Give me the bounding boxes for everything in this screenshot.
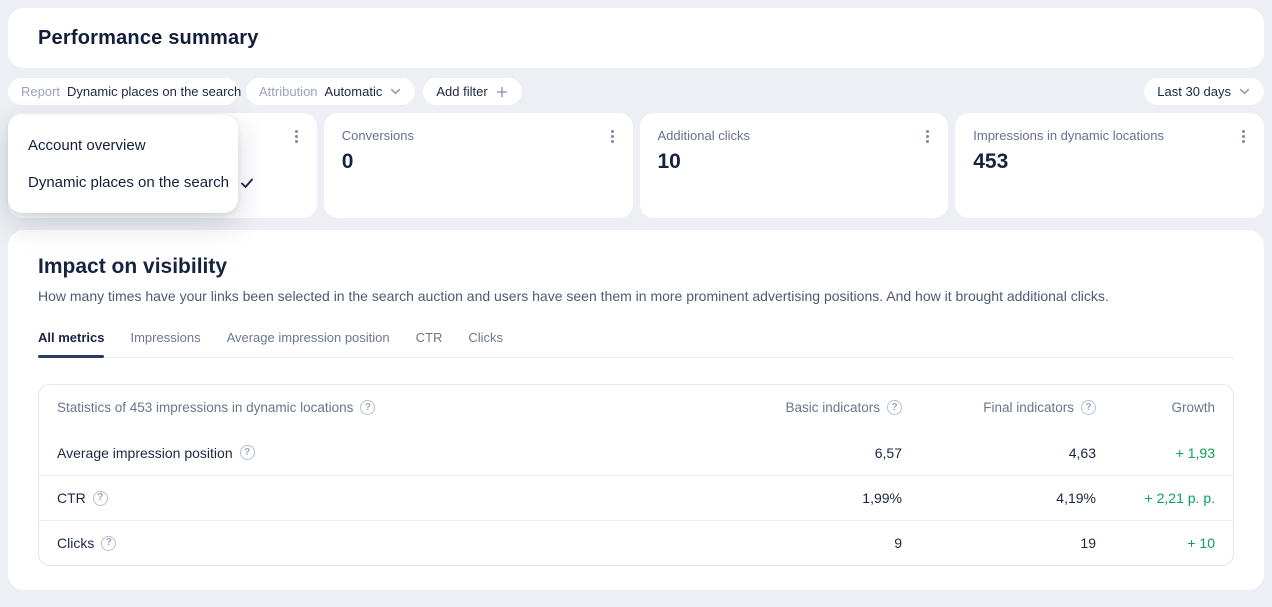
column-header-basic: Basic indicators xyxy=(785,400,880,415)
metric-card-impressions-dynamic: Impressions in dynamic locations 453 xyxy=(955,113,1264,218)
attribution-filter-value: Automatic xyxy=(325,84,383,99)
final-value: 4,63 xyxy=(902,445,1096,461)
date-range-dropdown[interactable]: Last 30 days xyxy=(1144,78,1264,105)
tab-ctr[interactable]: CTR xyxy=(416,330,443,357)
final-value: 19 xyxy=(902,535,1096,551)
dropdown-item-account-overview[interactable]: Account overview xyxy=(8,127,238,164)
metric-value: 10 xyxy=(658,150,931,174)
kebab-menu-icon[interactable] xyxy=(608,127,617,146)
attribution-filter-dropdown[interactable]: Attribution Automatic xyxy=(246,78,415,105)
statistics-table: Statistics of 453 impressions in dynamic… xyxy=(38,384,1234,566)
help-icon[interactable]: ? xyxy=(360,400,375,415)
table-title: Statistics of 453 impressions in dynamic… xyxy=(57,400,353,415)
metrics-tabs: All metrics Impressions Average impressi… xyxy=(38,330,1234,358)
column-header-growth: Growth xyxy=(1171,400,1215,415)
chevron-down-icon xyxy=(1238,85,1251,98)
kebab-menu-icon[interactable] xyxy=(292,127,301,146)
section-title: Impact on visibility xyxy=(38,255,1234,279)
metric-label: Conversions xyxy=(342,128,615,143)
growth-value: + 1,93 xyxy=(1096,445,1215,461)
growth-value: + 2,21 p. p. xyxy=(1096,490,1215,506)
attribution-filter-label: Attribution xyxy=(259,84,318,99)
basic-value: 1,99% xyxy=(702,490,902,506)
tab-all-metrics[interactable]: All metrics xyxy=(38,330,104,357)
metric-value: 453 xyxy=(973,150,1246,174)
report-filter-value: Dynamic places on the search xyxy=(67,84,241,99)
dropdown-item-dynamic-places[interactable]: Dynamic places on the search xyxy=(8,164,238,201)
table-body: Average impression position ? 6,57 4,63 … xyxy=(39,430,1233,565)
filter-bar: Report Dynamic places on the search Attr… xyxy=(8,78,1264,105)
metric-name: Clicks xyxy=(57,535,94,551)
metric-card-conversions: Conversions 0 xyxy=(324,113,633,218)
column-header-final: Final indicators xyxy=(983,400,1074,415)
date-range-value: Last 30 days xyxy=(1157,84,1231,99)
metric-name: Average impression position xyxy=(57,445,233,461)
section-description: How many times have your links been sele… xyxy=(38,288,1234,304)
impact-on-visibility-panel: Impact on visibility How many times have… xyxy=(8,230,1264,590)
help-icon[interactable]: ? xyxy=(93,491,108,506)
page-header: Performance summary xyxy=(8,8,1264,68)
tab-impressions[interactable]: Impressions xyxy=(130,330,200,357)
performance-summary-page: Performance summary Report Dynamic place… xyxy=(0,0,1272,607)
table-header-row: Statistics of 453 impressions in dynamic… xyxy=(39,385,1233,430)
help-icon[interactable]: ? xyxy=(887,400,902,415)
growth-value: + 10 xyxy=(1096,535,1215,551)
help-icon[interactable]: ? xyxy=(1081,400,1096,415)
metric-label: Impressions in dynamic locations xyxy=(973,128,1246,143)
add-filter-label: Add filter xyxy=(436,84,487,99)
table-row: Clicks ? 9 19 + 10 xyxy=(39,520,1233,565)
report-dropdown-menu: Account overview Dynamic places on the s… xyxy=(8,115,238,213)
final-value: 4,19% xyxy=(902,490,1096,506)
report-filter-dropdown[interactable]: Report Dynamic places on the search xyxy=(8,78,238,105)
page-title: Performance summary xyxy=(38,27,259,50)
basic-value: 6,57 xyxy=(702,445,902,461)
basic-value: 9 xyxy=(702,535,902,551)
metric-card-additional-clicks: Additional clicks 10 xyxy=(640,113,949,218)
metric-name: CTR xyxy=(57,490,86,506)
dropdown-item-label: Dynamic places on the search xyxy=(28,174,229,191)
kebab-menu-icon[interactable] xyxy=(923,127,932,146)
chevron-down-icon xyxy=(389,85,402,98)
report-filter-label: Report xyxy=(21,84,60,99)
metric-value: 0 xyxy=(342,150,615,174)
tab-clicks[interactable]: Clicks xyxy=(468,330,503,357)
table-row: CTR ? 1,99% 4,19% + 2,21 p. p. xyxy=(39,475,1233,520)
dropdown-item-label: Account overview xyxy=(28,137,146,154)
help-icon[interactable]: ? xyxy=(240,445,255,460)
table-row: Average impression position ? 6,57 4,63 … xyxy=(39,430,1233,475)
plus-icon xyxy=(495,85,509,99)
tab-average-impression-position[interactable]: Average impression position xyxy=(227,330,390,357)
help-icon[interactable]: ? xyxy=(101,536,116,551)
checkmark-icon xyxy=(239,175,255,191)
kebab-menu-icon[interactable] xyxy=(1239,127,1248,146)
add-filter-button[interactable]: Add filter xyxy=(423,78,521,105)
metric-label: Additional clicks xyxy=(658,128,931,143)
